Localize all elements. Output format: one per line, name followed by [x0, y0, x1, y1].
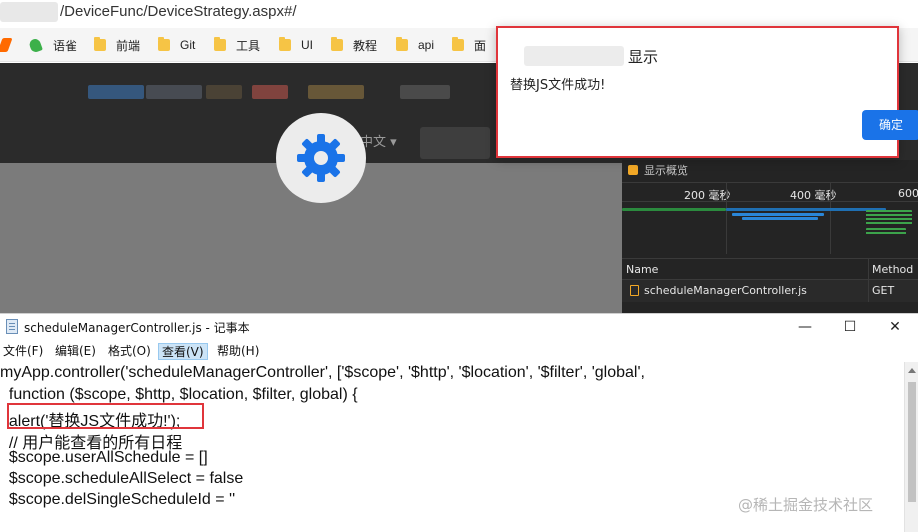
url-text: /DeviceFunc/DeviceStrategy.aspx#/	[60, 3, 297, 20]
bookmark-orange-icon[interactable]	[0, 36, 13, 54]
overview-label: 显示概览	[644, 164, 688, 177]
menu-view[interactable]: 查看(V)	[158, 343, 208, 360]
menu-help[interactable]: 帮助(H)	[214, 343, 262, 360]
code-line: $scope.delSingleScheduleId = ''	[0, 491, 236, 508]
window-title: scheduleManagerController.js - 记事本	[24, 321, 250, 335]
dialog-origin-redacted	[524, 46, 624, 66]
bookmark-frontend[interactable]: 前端	[94, 36, 140, 54]
code-line: myApp.controller('scheduleManagerControl…	[0, 364, 645, 381]
close-button[interactable]: ✕	[872, 314, 918, 340]
gear-icon	[297, 134, 345, 182]
scroll-thumb[interactable]	[908, 382, 916, 502]
redacted-nav	[88, 85, 144, 99]
maximize-button[interactable]: ☐	[827, 314, 873, 340]
folder-icon	[279, 37, 291, 51]
alert-line-highlight	[7, 403, 204, 429]
dialog-message: 替换JS文件成功!	[510, 78, 606, 93]
redacted-nav	[252, 85, 288, 99]
notepad-titlebar[interactable]: scheduleManagerController.js - 记事本 — ☐ ✕	[0, 314, 918, 340]
redacted-nav	[206, 85, 242, 99]
bookmark-ui[interactable]: UI	[279, 36, 313, 54]
bookmark-yuque[interactable]: 语雀	[28, 36, 77, 54]
waterfall-bar	[732, 213, 824, 216]
minimize-button[interactable]: —	[782, 314, 828, 340]
ok-button[interactable]: 确定	[862, 110, 918, 140]
scroll-up-icon[interactable]	[908, 368, 916, 373]
code-line: function ($scope, $http, $location, $fil…	[0, 386, 358, 403]
waterfall-bar	[742, 217, 818, 220]
bookmark-interview[interactable]: 面	[452, 36, 486, 54]
redacted-area	[420, 127, 490, 159]
notepad-menubar: 文件(F) 编辑(E) 格式(O) 查看(V) 帮助(H)	[0, 341, 918, 361]
overview-checkbox[interactable]	[628, 165, 638, 175]
grid-line	[830, 182, 831, 254]
bookmark-tools[interactable]: 工具	[214, 36, 260, 54]
watermark: @稀土掘金技术社区	[738, 496, 874, 514]
redacted-nav	[308, 85, 364, 99]
address-bar[interactable]: /DeviceFunc/DeviceStrategy.aspx#/	[0, 0, 918, 28]
dialog-title: 显示	[628, 48, 659, 66]
folder-icon	[396, 37, 408, 51]
folder-icon	[331, 37, 343, 51]
request-method: GET	[872, 284, 895, 297]
loading-gear	[276, 113, 366, 203]
js-file-icon	[630, 285, 639, 296]
code-line: $scope.scheduleAllSelect = false	[0, 470, 244, 487]
menu-edit[interactable]: 编辑(E)	[52, 343, 99, 360]
leaf-icon	[28, 37, 43, 53]
grid-line	[726, 182, 727, 254]
column-name[interactable]: Name	[626, 263, 658, 276]
request-name: scheduleManagerController.js	[644, 284, 807, 297]
url-prefix-redacted	[0, 2, 58, 22]
vertical-scrollbar[interactable]	[904, 362, 918, 532]
waterfall-bar	[866, 210, 912, 226]
language-switch[interactable]: 中文 ▾	[360, 131, 397, 150]
tick-label: 600	[898, 187, 918, 200]
screenshot-root: /DeviceFunc/DeviceStrategy.aspx#/ 语雀 前端 …	[0, 0, 918, 532]
devtools-network-panel: 显示概览 200 毫秒 400 毫秒 600 Name Method sched…	[622, 160, 918, 320]
waterfall-bar	[622, 208, 726, 211]
folder-icon	[214, 37, 226, 51]
column-method[interactable]: Method	[872, 263, 913, 276]
bookmark-tutorial[interactable]: 教程	[331, 36, 377, 54]
menu-format[interactable]: 格式(O)	[105, 343, 154, 360]
network-row[interactable]: scheduleManagerController.js GET	[622, 280, 918, 302]
folder-icon	[158, 37, 170, 51]
folder-icon	[452, 37, 464, 51]
timeline-ruler: 200 毫秒 400 毫秒 600	[622, 182, 918, 202]
tick-label: 200 毫秒	[684, 189, 731, 202]
alert-dialog: 显示 替换JS文件成功! 确定	[496, 26, 918, 158]
notepad-icon	[6, 319, 18, 334]
redacted-nav	[146, 85, 202, 99]
network-table-header: Name Method	[622, 258, 918, 280]
waterfall-bar	[866, 228, 906, 236]
bookmark-git[interactable]: Git	[158, 36, 195, 54]
code-line: $scope.userAllSchedule = []	[0, 449, 208, 466]
redacted-nav	[400, 85, 450, 99]
folder-icon	[94, 37, 106, 51]
waterfall-bar	[726, 208, 886, 211]
menu-file[interactable]: 文件(F)	[0, 343, 46, 360]
bookmark-api[interactable]: api	[396, 36, 434, 54]
